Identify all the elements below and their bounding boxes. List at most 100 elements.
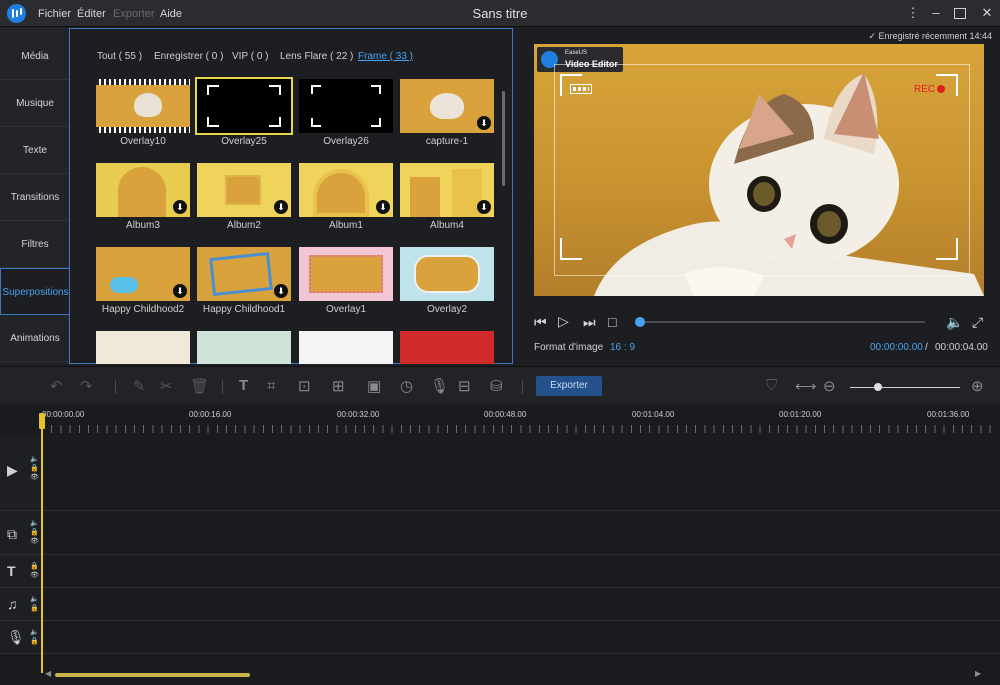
export-button[interactable]: Exporter: [536, 376, 602, 396]
fit-timeline-icon[interactable]: ⟷: [795, 377, 817, 395]
overlay-thumbnail[interactable]: [299, 247, 393, 301]
minimize-button[interactable]: –: [929, 6, 943, 20]
zoom-out-icon[interactable]: ⊖: [823, 377, 836, 395]
scroll-right-icon[interactable]: ▶: [975, 669, 981, 678]
track-controls[interactable]: 🔈 🔒: [30, 628, 39, 646]
track-controls[interactable]: 🔈 🔒 👁: [30, 519, 39, 546]
edit-icon[interactable]: ✎: [133, 377, 146, 395]
undo-icon[interactable]: ↶: [50, 377, 63, 395]
voiceover-icon[interactable]: 🎙: [430, 377, 449, 395]
sidebar-item-transitions[interactable]: Transitions: [0, 174, 70, 221]
download-icon[interactable]: ⬇: [173, 284, 187, 298]
overlay-thumbnail[interactable]: [400, 247, 494, 301]
save-status: ✓ Enregistré récemment 14:44: [868, 31, 992, 41]
fullscreen-icon[interactable]: ⤢: [972, 314, 983, 331]
window-title: Sans titre: [472, 6, 528, 21]
scroll-left-icon[interactable]: ◀: [45, 669, 51, 678]
overlay-thumbnail[interactable]: [195, 77, 293, 135]
library-scrollbar[interactable]: [502, 91, 505, 186]
music-track[interactable]: [42, 588, 1000, 621]
overlay-track[interactable]: [42, 511, 1000, 555]
text-track[interactable]: [42, 555, 1000, 588]
sidebar-item-text[interactable]: Texte: [0, 127, 70, 174]
overlay-thumbnail[interactable]: ⬇: [400, 163, 494, 217]
zoom-in-icon[interactable]: ⊕: [971, 377, 984, 395]
overlay-thumbnail[interactable]: [96, 331, 190, 364]
maximize-button[interactable]: [954, 8, 966, 19]
overlay-library-panel: Tout ( 55 ) Enregistrer ( 0 ) VIP ( 0 ) …: [69, 28, 513, 364]
overlay-thumbnail[interactable]: [400, 331, 494, 364]
overlay-thumbnail[interactable]: ⬇: [400, 79, 494, 133]
download-icon[interactable]: ⬇: [173, 200, 187, 214]
playhead[interactable]: [41, 415, 43, 673]
seek-bar[interactable]: [638, 321, 925, 323]
text-tool-icon[interactable]: T: [239, 377, 248, 394]
zoom-slider[interactable]: [850, 387, 960, 388]
stop-icon[interactable]: □: [608, 314, 616, 330]
track-controls[interactable]: 🔒 👁: [30, 562, 39, 580]
tab-recorded[interactable]: Enregistrer ( 0 ): [154, 51, 223, 62]
rec-label: REC: [914, 84, 936, 95]
overlay-thumbnail[interactable]: ⬇: [197, 247, 291, 301]
freeze-frame-icon[interactable]: ▣: [367, 377, 381, 395]
voice-track[interactable]: [42, 621, 1000, 654]
download-icon[interactable]: ⬇: [274, 200, 288, 214]
tab-all[interactable]: Tout ( 55 ): [97, 51, 142, 62]
sidebar-item-filters[interactable]: Filtres: [0, 221, 70, 268]
tab-vip[interactable]: VIP ( 0 ): [232, 51, 269, 62]
download-icon[interactable]: ⬇: [477, 200, 491, 214]
overlay-thumbnail[interactable]: [96, 79, 190, 133]
tab-frame[interactable]: Frame ( 33 ): [358, 51, 413, 62]
download-icon[interactable]: ⬇: [274, 284, 288, 298]
sidebar-item-music[interactable]: Musique: [0, 80, 70, 127]
more-options-icon[interactable]: ⋮: [906, 6, 920, 20]
overlay-thumbnail[interactable]: [299, 79, 393, 133]
color-fill-icon[interactable]: ⛁: [490, 377, 503, 395]
screen-record-icon[interactable]: ⊟: [458, 377, 471, 395]
close-button[interactable]: ✕: [980, 6, 994, 20]
play-icon[interactable]: ▷: [558, 313, 569, 330]
sidebar-item-overlays[interactable]: Superpositions: [0, 268, 70, 315]
timecode-label: 00:00:48.00: [484, 410, 527, 419]
music-track-icon: ♫: [7, 596, 18, 612]
rec-dot-icon: [937, 85, 945, 93]
voice-track-header: 🎙 🔈 🔒: [0, 621, 42, 654]
title-bar: Fichier Éditer Exporter Aide Sans titre …: [0, 0, 1000, 27]
video-preview[interactable]: EaseUS Video Editor REC: [534, 44, 984, 296]
shield-icon[interactable]: ⛉: [766, 377, 777, 394]
zoom-region-icon[interactable]: ⊡: [298, 377, 311, 395]
overlay-thumbnail[interactable]: [197, 331, 291, 364]
thumbnail-label: Album3: [126, 220, 160, 231]
aspect-ratio-select[interactable]: 16 : 9: [610, 342, 635, 353]
next-frame-icon[interactable]: ⏭: [583, 314, 596, 331]
track-controls[interactable]: 🔈 🔒: [30, 595, 39, 613]
crop-icon[interactable]: ⌗: [267, 377, 275, 394]
duration-icon[interactable]: ◷: [400, 377, 413, 395]
overlay-thumbnail[interactable]: ⬇: [96, 247, 190, 301]
overlay-thumbnail[interactable]: [299, 331, 393, 364]
download-icon[interactable]: ⬇: [477, 116, 491, 130]
tab-lens-flare[interactable]: Lens Flare ( 22 ): [280, 51, 353, 62]
thumbnail-label: Album4: [430, 220, 464, 231]
previous-frame-icon[interactable]: ⏮: [534, 314, 547, 331]
delete-icon[interactable]: 🗑: [190, 377, 209, 395]
time-ruler[interactable]: 00:00:00.00 00:00:16.00 00:00:32.00 00:0…: [42, 405, 992, 433]
overlay-thumbnail[interactable]: ⬇: [197, 163, 291, 217]
cut-icon[interactable]: ✂: [160, 377, 173, 395]
mosaic-icon[interactable]: ⊞: [332, 377, 345, 395]
volume-icon[interactable]: 🔈: [946, 314, 963, 331]
time-separator: /: [925, 342, 928, 353]
video-track[interactable]: [42, 435, 1000, 511]
sidebar-item-media[interactable]: Média: [0, 33, 70, 80]
seek-handle[interactable]: [635, 317, 645, 327]
overlay-thumbnail[interactable]: ⬇: [299, 163, 393, 217]
redo-icon[interactable]: ↷: [80, 377, 93, 395]
timecode-label: 00:00:00.00: [42, 410, 85, 419]
track-controls[interactable]: 🔈 🔒 👁: [30, 455, 39, 482]
download-icon[interactable]: ⬇: [376, 200, 390, 214]
thumbnail-label: Album1: [329, 220, 363, 231]
overlay-thumbnail[interactable]: ⬇: [96, 163, 190, 217]
zoom-slider-handle[interactable]: [874, 383, 882, 391]
timeline-scrollbar[interactable]: [55, 673, 250, 677]
sidebar-item-animations[interactable]: Animations: [0, 315, 70, 362]
